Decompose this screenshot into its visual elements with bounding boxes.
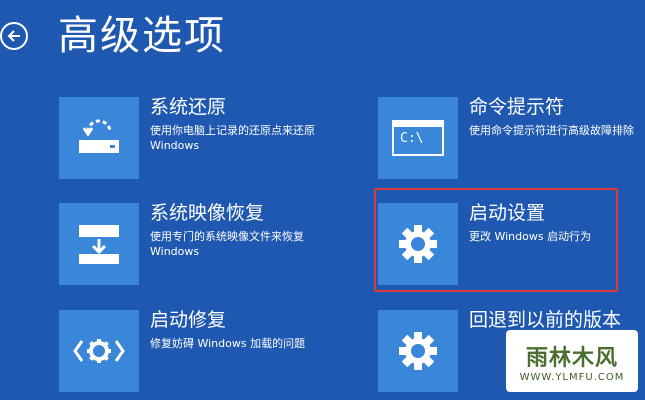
system-image-recovery-description: 使用专门的系统映像文件来恢复 Windows [150, 230, 304, 258]
command-prompt-icon: C:\ [378, 97, 458, 179]
back-arrow-icon [7, 30, 20, 42]
watermark-url: WWW.YLMFU.COM [519, 372, 625, 383]
gear-icon [378, 310, 458, 392]
page-title: 高级选项 [58, 13, 226, 59]
system-image-recovery-title: 系统映像恢复 [150, 202, 265, 224]
command-prompt-option[interactable]: C:\ 命令提示符 使用命令提示符进行高级故障排除 [378, 96, 640, 179]
watermark-text: 雨林木风 [525, 346, 618, 371]
watermark-logo: 雨林木风 WWW.YLMFU.COM [506, 330, 638, 392]
back-button[interactable] [0, 22, 28, 50]
restore-drive-icon [59, 97, 139, 179]
go-back-title: 回退到以前的版本 [469, 309, 622, 331]
command-prompt-description: 使用命令提示符进行高级故障排除 [469, 124, 634, 137]
repair-gear-icon [59, 310, 139, 392]
system-restore-description: 使用你电脑上记录的还原点来还原 Windows [150, 124, 315, 152]
command-prompt-icon-text: C:\ [400, 131, 424, 146]
image-recovery-icon [59, 203, 139, 285]
highlight-box [374, 188, 618, 292]
command-prompt-title: 命令提示符 [469, 96, 565, 118]
system-restore-title: 系统还原 [150, 96, 227, 118]
system-restore-option[interactable]: 系统还原 使用你电脑上记录的还原点来还原 Windows [59, 96, 339, 179]
startup-repair-description: 修复妨碍 Windows 加载的问题 [150, 337, 306, 350]
startup-repair-title: 启动修复 [150, 309, 227, 331]
startup-repair-option[interactable]: 启动修复 修复妨碍 Windows 加载的问题 [59, 309, 339, 392]
system-image-recovery-option[interactable]: 系统映像恢复 使用专门的系统映像文件来恢复 Windows [59, 202, 339, 285]
